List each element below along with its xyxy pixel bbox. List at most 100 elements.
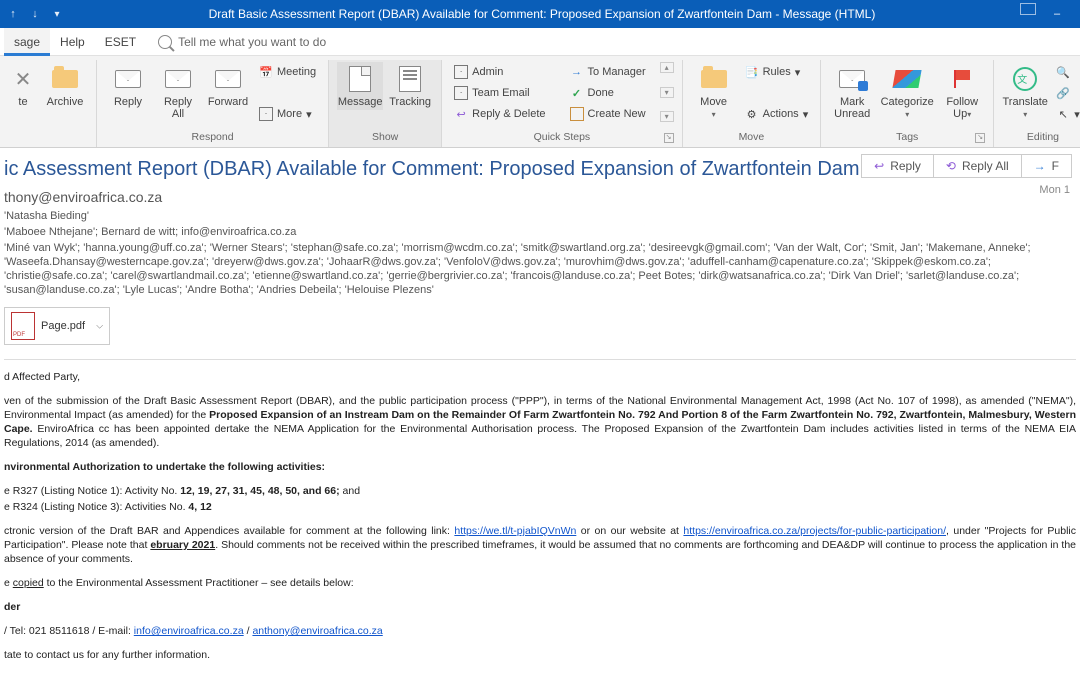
archive-icon xyxy=(52,70,78,88)
header-separator xyxy=(4,359,1076,360)
chevron-down-icon: ▾ xyxy=(1074,108,1080,121)
forward-button[interactable]: Forward xyxy=(205,62,251,110)
group-respond: Reply Reply All Forward 📅Meeting More ▾ … xyxy=(97,60,329,147)
reply-all-icon xyxy=(165,70,191,88)
attachment-chip[interactable]: Page.pdf ⌵ xyxy=(4,307,110,345)
related-button[interactable]: 🔗 xyxy=(1052,83,1080,103)
meeting-button[interactable]: 📅Meeting xyxy=(255,62,320,82)
message-view-button[interactable]: Message xyxy=(337,62,383,110)
reply-icon xyxy=(115,70,141,88)
envelope-icon xyxy=(259,107,273,121)
window-title: Draft Basic Assessment Report (DBAR) Ava… xyxy=(64,7,1020,21)
arrow-right-icon: → xyxy=(570,65,584,79)
reply-arrow-icon: ↩ xyxy=(874,159,884,173)
qs-create-new[interactable]: Create New xyxy=(566,104,650,124)
tell-me-label: Tell me what you want to do xyxy=(178,35,326,49)
body-para-links: ctronic version of the Draft BAR and App… xyxy=(4,524,1076,566)
find-button[interactable]: 🔍 xyxy=(1052,62,1080,82)
body-salutation: d Affected Party, xyxy=(4,370,1076,384)
bcc-field: 'Miné van Wyk'; 'hanna.young@uff.co.za';… xyxy=(4,241,1076,297)
qat-up-icon[interactable]: ↑ xyxy=(6,7,20,21)
actions-button[interactable]: ⚙Actions ▾ xyxy=(741,104,813,124)
qs-done[interactable]: ✓Done xyxy=(566,83,650,103)
tracking-button[interactable]: Tracking xyxy=(387,62,433,110)
more-respond-button[interactable]: More ▾ xyxy=(255,104,320,124)
tab-eset[interactable]: ESET xyxy=(95,28,146,56)
window-controls: – xyxy=(1020,3,1074,25)
categorize-button[interactable]: Categorize▾ xyxy=(879,62,935,123)
qs-team-email[interactable]: Team Email xyxy=(450,83,549,103)
archive-button[interactable]: Archive xyxy=(42,62,88,110)
message-body: d Affected Party, ven of the submission … xyxy=(4,370,1076,662)
qs-scroll-up[interactable]: ▴ xyxy=(660,62,674,73)
qs-reply-delete[interactable]: ↩Reply & Delete xyxy=(450,104,549,124)
dialog-launcher-icon[interactable]: ↘ xyxy=(664,133,674,143)
attachment-name: Page.pdf xyxy=(41,320,85,332)
minimize-button[interactable]: – xyxy=(1040,3,1074,25)
title-bar: ↑ ↓ ▾ Draft Basic Assessment Report (DBA… xyxy=(0,0,1080,28)
ribbon-tabs: sage Help ESET Tell me what you want to … xyxy=(0,28,1080,56)
link-icon: 🔗 xyxy=(1056,86,1070,100)
tab-help[interactable]: Help xyxy=(50,28,95,56)
search-icon: 🔍 xyxy=(1056,65,1070,79)
chevron-down-icon: ▾ xyxy=(1023,110,1027,119)
forward-arrow-icon: → xyxy=(1034,159,1046,173)
flag-icon xyxy=(954,70,970,88)
tracking-icon xyxy=(399,66,421,92)
link-email-anthony[interactable]: anthony@enviroafrica.co.za xyxy=(252,625,382,637)
group-label-move: Move xyxy=(691,131,813,145)
dialog-launcher-icon[interactable]: ↘ xyxy=(975,133,985,143)
group-show: Message Tracking Show xyxy=(329,60,442,147)
qs-scroll-down[interactable]: ▾ xyxy=(660,87,674,98)
body-list-2: e R324 (Listing Notice 3): Activities No… xyxy=(4,500,1076,514)
translate-button[interactable]: Translate▾ xyxy=(1002,62,1048,123)
body-contact: / Tel: 021 8511618 / E-mail: info@enviro… xyxy=(4,624,1076,638)
link-email-info[interactable]: info@enviroafrica.co.za xyxy=(134,625,244,637)
group-delete: ✕ te Archive xyxy=(0,60,97,147)
link-wetransfer[interactable]: https://we.tl/t-pjabIQVnWn xyxy=(454,525,576,537)
inline-reply-all-button[interactable]: ⟲Reply All xyxy=(934,155,1022,177)
qs-to-manager[interactable]: →To Manager xyxy=(566,62,650,82)
body-list-1: e R327 (Listing Notice 1): Activity No. … xyxy=(4,484,1076,498)
chevron-down-icon: ▾ xyxy=(795,66,801,79)
body-activities-head: nvironmental Authorization to undertake … xyxy=(4,460,1076,474)
qat-customize-icon[interactable]: ▾ xyxy=(50,7,64,21)
check-icon: ✓ xyxy=(570,86,584,100)
select-button[interactable]: ↖ ▾ xyxy=(1052,104,1080,124)
group-label-respond: Respond xyxy=(105,131,320,145)
forward-icon xyxy=(215,70,241,88)
body-closing: tate to contact us for any further infor… xyxy=(4,648,1076,662)
rules-button[interactable]: 📑Rules ▾ xyxy=(741,62,813,82)
qs-admin[interactable]: Admin xyxy=(450,62,549,82)
move-button[interactable]: Move▾ xyxy=(691,62,737,123)
group-label-editing: Editing xyxy=(1002,131,1080,145)
group-tags: Mark Unread Categorize▾ Follow Up▾ Tags ↘ xyxy=(821,60,994,147)
cursor-icon: ↖ xyxy=(1056,107,1070,121)
group-quick-steps: Admin Team Email ↩Reply & Delete →To Man… xyxy=(442,60,682,147)
mark-unread-button[interactable]: Mark Unread xyxy=(829,62,875,122)
link-enviroafrica-projects[interactable]: https://enviroafrica.co.za/projects/for-… xyxy=(683,525,946,537)
qs-gallery[interactable]: ▾ xyxy=(660,111,674,122)
body-signer: der xyxy=(4,600,1076,614)
search-icon xyxy=(158,35,172,49)
reply-button[interactable]: Reply xyxy=(105,62,151,110)
reply-all-button[interactable]: Reply All xyxy=(155,62,201,122)
delete-button[interactable]: ✕ te xyxy=(8,62,38,110)
inline-reply-button[interactable]: ↩Reply xyxy=(862,155,934,177)
group-move: Move▾ 📑Rules ▾ ⚙Actions ▾ Move xyxy=(683,60,822,147)
reply-all-arrow-icon: ⟲ xyxy=(946,159,956,173)
ribbon-display-icon[interactable] xyxy=(1020,3,1036,15)
envelope-icon xyxy=(454,65,468,79)
to-field: 'Natasha Bieding' xyxy=(4,209,1076,223)
pdf-icon xyxy=(11,312,35,340)
follow-up-button[interactable]: Follow Up▾ xyxy=(939,62,985,123)
chevron-down-icon: ▾ xyxy=(803,108,809,121)
tab-message[interactable]: sage xyxy=(4,28,50,56)
group-label-tags: Tags xyxy=(896,131,918,143)
inline-forward-button[interactable]: →F xyxy=(1022,155,1071,177)
qat-down-icon[interactable]: ↓ xyxy=(28,7,42,21)
chevron-down-icon[interactable]: ⌵ xyxy=(96,321,103,332)
tell-me-search[interactable]: Tell me what you want to do xyxy=(158,35,326,49)
group-label-show: Show xyxy=(337,131,433,145)
group-editing: Translate▾ 🔍 🔗 ↖ ▾ Editing xyxy=(994,60,1080,147)
